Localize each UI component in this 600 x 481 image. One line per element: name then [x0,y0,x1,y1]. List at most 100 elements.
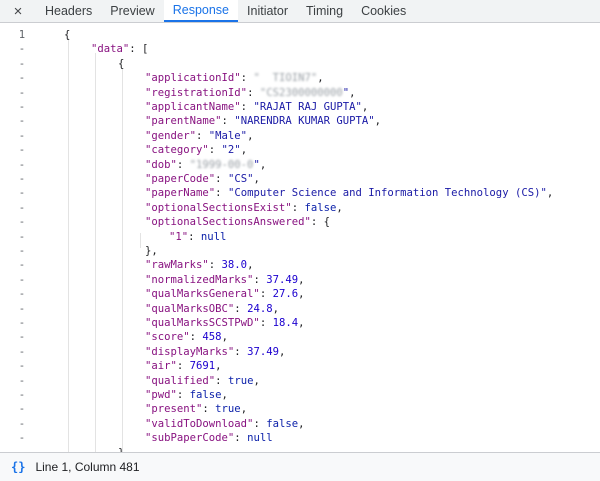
token: "dob" [145,158,177,171]
line-number: - [18,86,26,99]
line-number: - [18,216,26,229]
token: 458 [202,331,222,344]
line-number: - [18,288,26,301]
code-text: "1": null [169,230,226,245]
code-text: "rawMarks": 38.0, [145,258,253,273]
code-line: - "present": true, [0,402,600,417]
token: : [291,201,305,214]
token: , [298,288,305,301]
token: "rawMarks" [145,259,209,272]
token: "NARENDRA KUMAR GUPTA" [234,115,375,128]
code-text: "optionalSectionsAnswered": { [145,215,330,230]
token: , [336,201,343,214]
token: : [188,230,201,243]
code-line: -{ [0,57,600,72]
line-number: - [18,273,26,286]
token: : [176,389,190,401]
token: "qualified" [145,374,216,387]
token: , [240,144,248,157]
code-line: - "score": 458, [0,330,600,345]
token: , [298,273,305,286]
line-number: - [18,360,26,373]
line-number: - [18,43,26,56]
token: : [215,374,228,387]
code-text: "paperName": "Computer Science and Infor… [145,186,553,201]
tab-initiator[interactable]: Initiator [238,0,297,22]
tab-response[interactable]: Response [163,0,239,22]
token: : [196,129,209,142]
code-line: - "optionalSectionsExist": false, [0,201,600,216]
tab-headers[interactable]: Headers [36,0,101,22]
code-text: "parentName": "NARENDRA KUMAR GUPTA", [145,114,381,129]
token: : [253,273,267,286]
code-line: - "paperName": "Computer Science and Info… [0,186,600,201]
token: : [234,432,248,445]
tab-timing[interactable]: Timing [297,0,352,22]
line-number: - [18,417,26,430]
devtools-tab-bar: × Headers Preview Response Initiator Tim… [0,0,600,23]
code-text: "subPaperCode": null [145,431,273,446]
token: false [304,201,337,214]
token: , [253,374,260,387]
code-text: "paperCode": "CS", [145,172,260,187]
response-code-editor[interactable]: 1{- "data": [-{- "applicationId": " TIOIN7… [0,23,600,452]
code-line: - "applicationId": " TIOIN7", [0,71,600,86]
token: "data" [91,43,130,56]
token: , [253,173,260,185]
token: "qualMarksGeneral" [145,288,260,301]
token: , [349,86,356,99]
token: : [240,72,254,85]
token: : [176,360,190,373]
close-icon[interactable]: × [0,0,36,22]
line-number: - [18,187,26,200]
redacted-value: "CS2300000000 [259,86,343,99]
code-line: - "paperCode": "CS", [0,172,600,187]
token: null [200,230,227,243]
token: : [ [129,43,149,56]
token: : [202,403,216,416]
token: 24.8 [247,302,273,315]
token: true [215,403,241,416]
code-text: "present": true, [145,402,247,417]
line-number: 1 [18,29,26,41]
token: : [221,115,235,128]
token: }, [145,245,158,257]
token: : [259,288,273,301]
code-line: - "qualMarksSCSTPwD": 18.4, [0,316,600,331]
line-number: - [18,173,26,185]
line-number: - [18,345,26,358]
code-text: "data": [ [91,42,148,57]
code-text: "qualMarksGeneral": 27.6, [145,287,304,302]
tab-preview[interactable]: Preview [101,0,163,22]
line-number: - [18,230,26,243]
token: "paperCode" [145,173,216,185]
token: , [221,331,228,344]
token: true [227,374,254,387]
token: "optionalSectionsAnswered" [145,216,311,229]
token: "subPaperCode" [145,432,235,445]
pretty-print-icon[interactable]: {} [11,460,25,474]
token: , [298,417,305,430]
code-text: "air": 7691, [145,359,222,374]
code-line: - "dob": "1999-00-0", [0,158,600,173]
code-text: "normalizedMarks": 37.49, [145,273,304,288]
code-line: - "subPaperCode": null [0,431,600,446]
token: : [234,302,248,315]
tab-cookies[interactable]: Cookies [352,0,415,22]
token: "applicationId" [145,72,241,85]
token: "CS" [227,173,254,185]
token: : [259,317,273,329]
token: : [189,331,203,344]
token: "optionalSectionsExist" [145,201,292,214]
token: "RAJAT RAJ GUPTA" [253,101,362,113]
line-number: - [18,432,26,445]
token: "Computer Science and Information Techno… [227,187,547,200]
code-line: 1{ [0,28,600,43]
status-bar: {} Line 1, Column 481 [0,452,600,481]
token: : [215,187,228,200]
code-text: "qualified": true, [145,374,260,389]
code-text: "validToDownload": false, [145,417,304,432]
token: : [215,173,228,185]
line-number: - [18,389,26,401]
token: "parentName" [145,115,222,128]
